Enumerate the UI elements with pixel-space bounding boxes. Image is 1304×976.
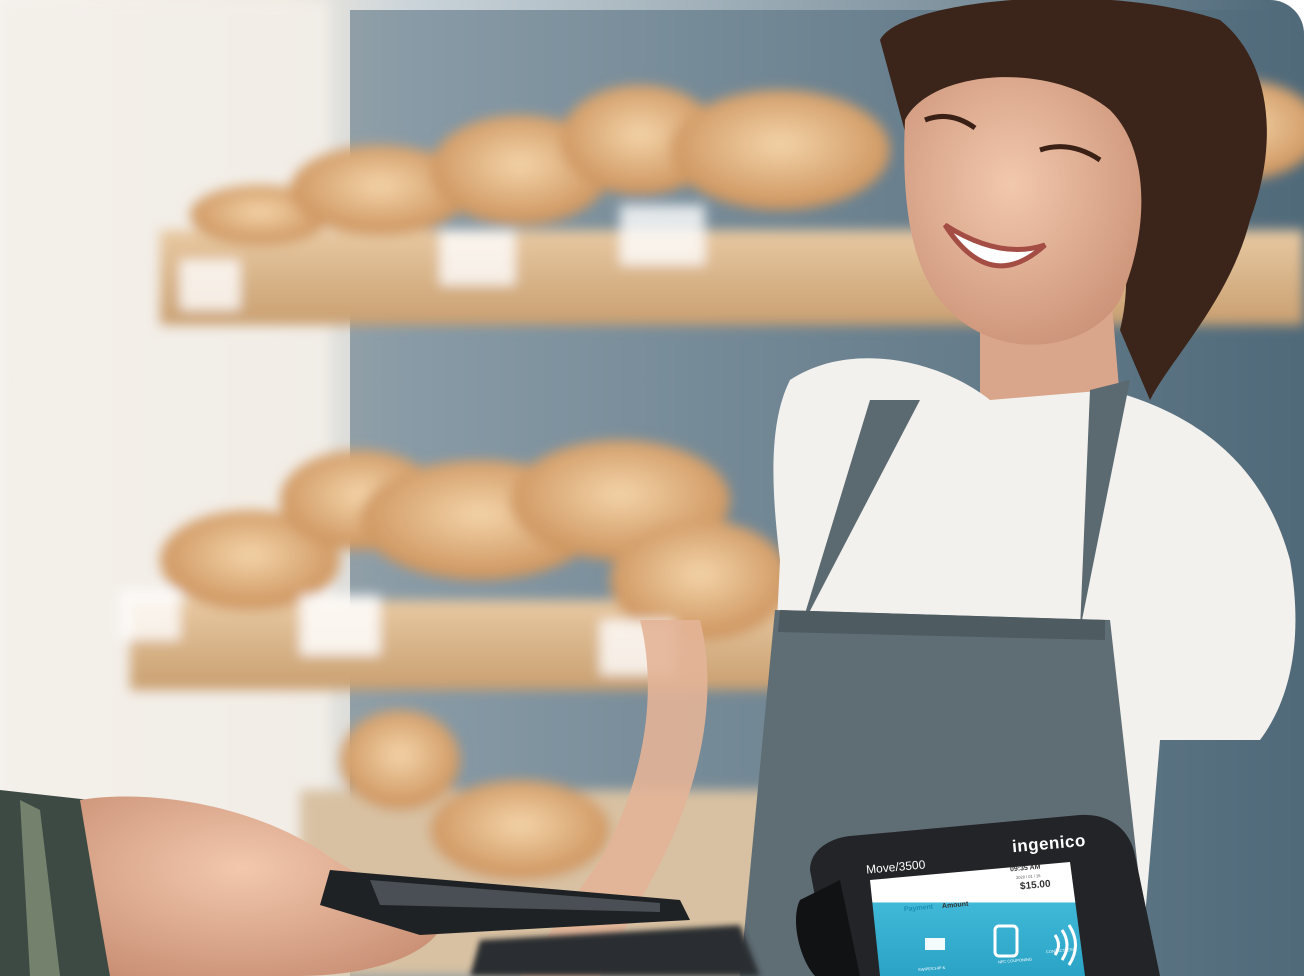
payment-terminal <box>795 814 1160 976</box>
photo-illustration <box>0 0 1304 976</box>
bakery-photo: ingenico Move/3500 09:35 AM 2020 / 01 / … <box>0 0 1304 976</box>
